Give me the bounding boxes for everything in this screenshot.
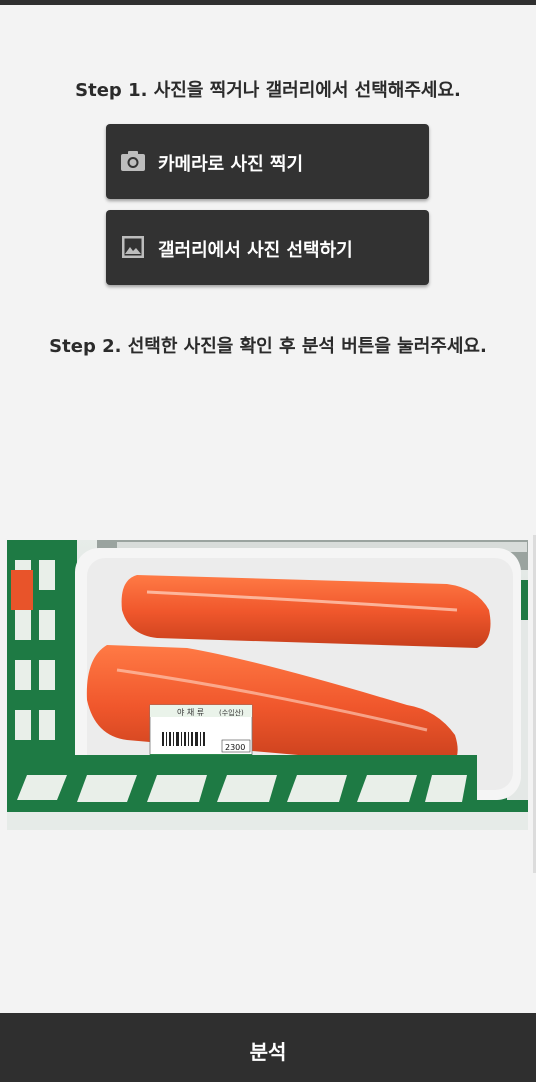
step2-instruction: Step 2. 선택한 사진을 확인 후 분석 버튼을 눌러주세요. xyxy=(49,336,487,357)
analyze-button-label: 분석 xyxy=(249,1040,287,1064)
photo-label-category: 야 채 류 xyxy=(177,707,204,717)
camera-button-label: 카메라로 사진 찍기 xyxy=(158,154,304,175)
photo-label-price: 2300 xyxy=(225,743,245,752)
step1-instruction: Step 1. 사진을 찍거나 갤러리에서 선택해주세요. xyxy=(75,80,461,101)
carrot-photo-illustration: 야 채 류 (수입산) 2300 xyxy=(7,540,528,830)
image-icon xyxy=(122,236,144,258)
camera-button[interactable]: 카메라로 사진 찍기 xyxy=(106,124,429,199)
photo-label-origin: (수입산) xyxy=(219,708,244,717)
selected-photo: 야 채 류 (수입산) 2300 xyxy=(7,540,528,830)
camera-icon xyxy=(121,151,145,171)
gallery-button[interactable]: 갤러리에서 사진 선택하기 xyxy=(106,210,429,285)
analyze-button[interactable]: 분석 xyxy=(0,1013,536,1082)
gallery-button-label: 갤러리에서 사진 선택하기 xyxy=(158,240,353,261)
top-status-strip xyxy=(0,0,536,5)
